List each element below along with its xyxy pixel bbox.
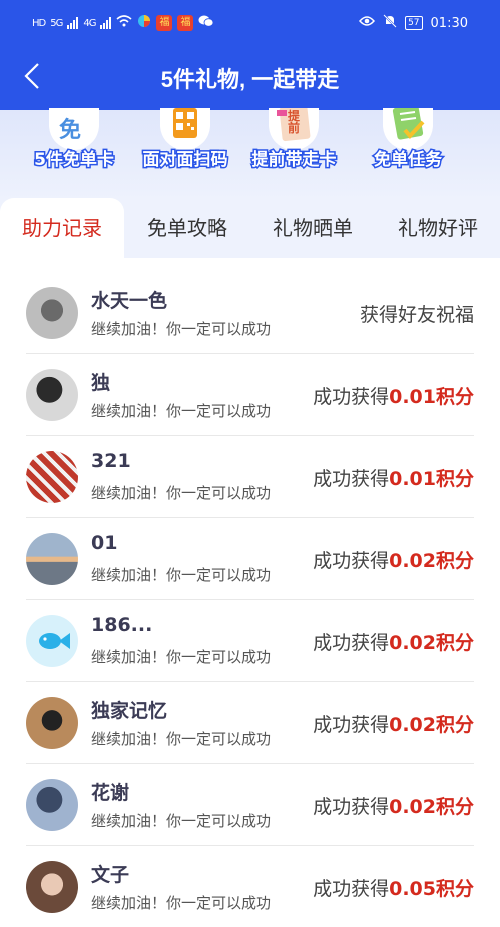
status-bar: HD 5G 4G 福 福 57 01:30: [0, 0, 500, 44]
points-value: 0.01积分: [389, 386, 474, 408]
user-name: 花谢: [91, 782, 130, 804]
page-header: 5件礼物, 一起带走: [0, 44, 500, 110]
page-title: 5件礼物, 一起带走: [160, 67, 340, 92]
user-name: 独: [91, 372, 111, 394]
user-name: 01: [91, 532, 118, 554]
result-prefix: 成功获得: [313, 468, 390, 490]
red-envelope-icon: 福: [156, 15, 173, 31]
wifi-icon: [116, 15, 133, 31]
user-name: 独家记忆: [91, 700, 168, 722]
wechat-icon: [198, 14, 214, 32]
user-message: 继续加油！你一定可以成功: [91, 730, 272, 748]
early-pickup-icon: 提前: [269, 108, 319, 150]
user-name: 水天一色: [91, 290, 168, 312]
points-value: 0.02积分: [389, 796, 474, 818]
tab-gift-reviews[interactable]: 礼物好评: [376, 198, 500, 258]
result-text: 成功获得0.02积分: [313, 792, 474, 819]
result-prefix: 成功获得: [313, 714, 390, 736]
status-time: 01:30: [430, 15, 468, 31]
result-text: 获得好友祝福: [360, 300, 474, 327]
free-card-glyph: 免: [59, 118, 82, 143]
points-value: 0.02积分: [389, 632, 474, 654]
result-prefix: 成功获得: [313, 796, 390, 818]
signal-icon: [67, 17, 79, 29]
avatar: [26, 369, 78, 421]
user-name: 321: [91, 450, 131, 472]
user-message: 继续加油！你一定可以成功: [91, 894, 272, 912]
battery-icon: 57: [405, 16, 423, 30]
avatar: [26, 779, 78, 831]
tab-help-records[interactable]: 助力记录: [0, 198, 124, 258]
user-message: 继续加油！你一定可以成功: [91, 484, 272, 502]
user-name: 186...: [91, 614, 153, 636]
list-item[interactable]: 01 继续加油！你一定可以成功 成功获得0.02积分: [26, 518, 474, 600]
result-text: 成功获得0.01积分: [313, 464, 474, 491]
list-item[interactable]: 花谢 继续加油！你一定可以成功 成功获得0.02积分: [26, 764, 474, 846]
user-message: 继续加油！你一定可以成功: [91, 648, 272, 666]
avatar: [26, 861, 78, 913]
eye-icon: [359, 15, 376, 31]
feature-qr-scan[interactable]: 面对面扫码: [133, 108, 237, 172]
feature-early-pickup[interactable]: 提前 提前带走卡: [242, 108, 346, 172]
result-prefix: 获得好友祝福: [359, 304, 474, 326]
avatar: [26, 697, 78, 749]
points-value: 0.05积分: [389, 878, 474, 900]
result-prefix: 成功获得: [313, 632, 390, 654]
list-item[interactable]: 独家记忆 继续加油！你一定可以成功 成功获得0.02积分: [26, 682, 474, 764]
feature-label: 提前带走卡: [250, 149, 338, 172]
feature-band: 免 5件免单卡 面对面扫码 提前 提前带走卡 免单任务: [0, 108, 500, 200]
feature-label: 免单任务: [373, 149, 444, 172]
list-item[interactable]: 独 继续加油！你一定可以成功 成功获得0.01积分: [26, 354, 474, 436]
points-value: 0.01积分: [389, 468, 474, 490]
tab-gift-showcase[interactable]: 礼物晒单: [250, 198, 376, 258]
avatar: [26, 533, 78, 585]
user-message: 继续加油！你一定可以成功: [91, 812, 272, 830]
help-records-list: 水天一色 继续加油！你一定可以成功 获得好友祝福 独 继续加油！你一定可以成功 …: [0, 258, 500, 913]
list-item[interactable]: 水天一色 继续加油！你一定可以成功 获得好友祝福: [26, 272, 474, 354]
avatar: [26, 615, 78, 667]
result-text: 成功获得0.02积分: [313, 628, 474, 655]
feature-free-task[interactable]: 免单任务: [356, 108, 460, 172]
feature-label: 5件免单卡: [33, 149, 116, 172]
user-message: 继续加油！你一定可以成功: [91, 566, 272, 584]
tab-free-guide[interactable]: 免单攻略: [124, 198, 250, 258]
list-item[interactable]: 文子 继续加油！你一定可以成功 成功获得0.05积分: [26, 846, 474, 927]
feature-label: 面对面扫码: [141, 149, 229, 172]
4g-indicator: 4G: [83, 17, 96, 29]
hd-indicator: HD: [32, 17, 46, 29]
mute-bell-icon: [383, 14, 397, 32]
result-text: 成功获得0.02积分: [313, 710, 474, 737]
list-item[interactable]: 186... 继续加油！你一定可以成功 成功获得0.02积分: [26, 600, 474, 682]
task-checklist-icon: [383, 108, 433, 150]
result-prefix: 成功获得: [313, 550, 390, 572]
user-message: 继续加油！你一定可以成功: [91, 320, 272, 338]
feature-free-card[interactable]: 免 5件免单卡: [22, 108, 126, 172]
red-envelope-icon-2: 福: [177, 15, 194, 31]
points-value: 0.02积分: [389, 550, 474, 572]
fish-icon: [39, 633, 70, 649]
list-item[interactable]: 321 继续加油！你一定可以成功 成功获得0.01积分: [26, 436, 474, 518]
early-pickup-glyph: 提前: [287, 109, 300, 135]
result-prefix: 成功获得: [313, 386, 390, 408]
app-notification-icon: [137, 14, 151, 32]
avatar: [26, 451, 78, 503]
avatar: [26, 287, 78, 339]
result-text: 成功获得0.02积分: [313, 546, 474, 573]
user-name: 文子: [91, 864, 130, 886]
user-message: 继续加油！你一定可以成功: [91, 402, 272, 420]
points-value: 0.02积分: [389, 714, 474, 736]
signal-icon-2: [100, 17, 112, 29]
result-text: 成功获得0.01积分: [313, 382, 474, 409]
result-text: 成功获得0.05积分: [313, 874, 474, 901]
5g-indicator: 5G: [50, 17, 63, 29]
free-card-icon: 免: [49, 108, 99, 150]
qr-code-icon: [160, 108, 210, 150]
tab-bar: 助力记录 免单攻略 礼物晒单 礼物好评: [0, 198, 500, 258]
result-prefix: 成功获得: [313, 878, 390, 900]
